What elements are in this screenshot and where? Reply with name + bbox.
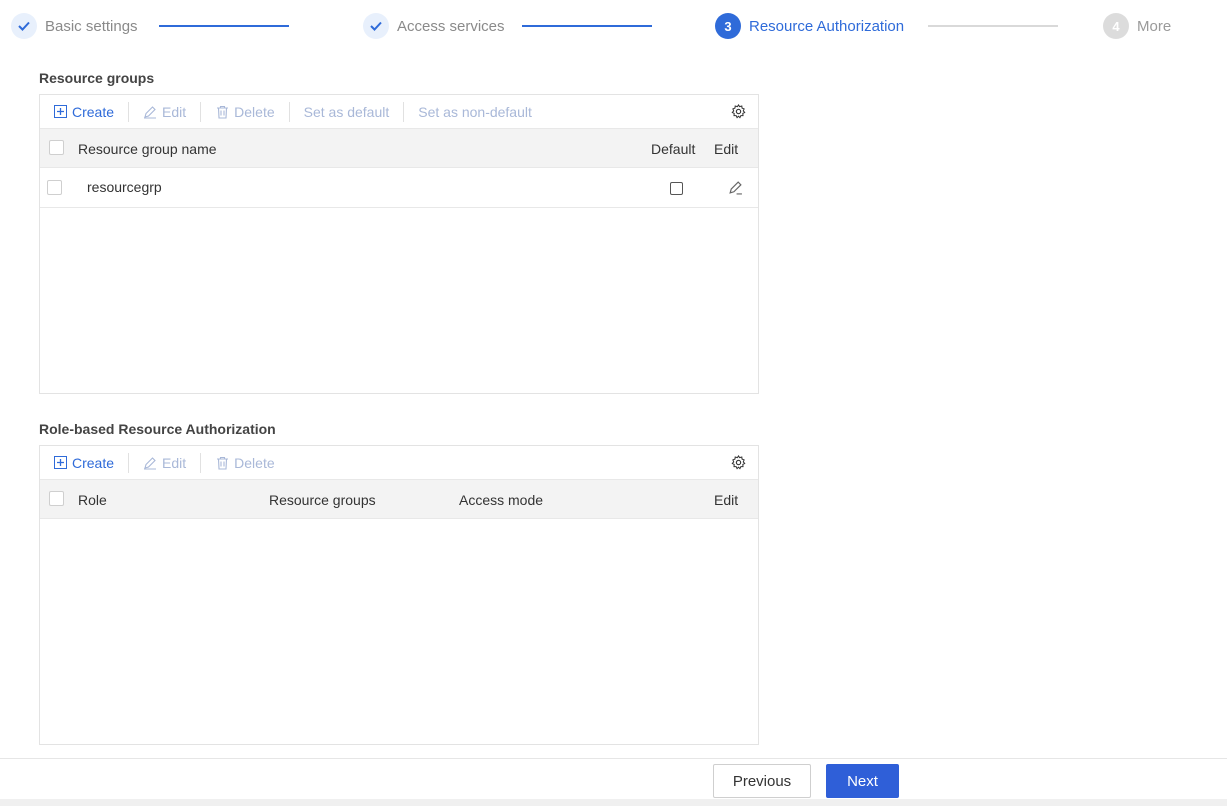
delete-button[interactable]: Delete: [215, 103, 275, 120]
role-auth-toolbar: Create Edit Delete: [40, 446, 758, 479]
gear-icon[interactable]: [731, 104, 746, 119]
create-button[interactable]: Create: [53, 104, 114, 120]
column-header-name: Resource group name: [78, 141, 217, 157]
column-header-edit: Edit: [714, 492, 739, 508]
trash-icon: [215, 105, 229, 119]
resource-group-name: resourcegrp: [87, 179, 162, 195]
create-button[interactable]: Create: [53, 455, 114, 471]
set-as-non-default-button[interactable]: Set as non-default: [418, 104, 532, 120]
divider: [128, 452, 130, 473]
step-label: Resource Authorization: [749, 17, 905, 35]
check-icon: [363, 13, 389, 39]
divider: [200, 452, 202, 473]
delete-label: Delete: [234, 454, 275, 471]
edit-label: Edit: [162, 454, 187, 471]
role-auth-panel: Create Edit Delete Role Resource groups …: [39, 445, 759, 745]
select-all-checkbox[interactable]: [49, 491, 64, 506]
edit-label: Edit: [162, 103, 187, 120]
edit-button[interactable]: Edit: [143, 104, 186, 120]
resource-groups-toolbar: Create Edit Delete Set as default Set as…: [40, 95, 758, 128]
role-auth-table-header: Role Resource groups Access mode Edit: [40, 479, 758, 519]
column-header-default: Default: [651, 141, 696, 157]
pencil-icon[interactable]: [728, 180, 743, 198]
trash-icon: [215, 456, 229, 470]
column-header-edit: Edit: [714, 141, 739, 157]
next-button[interactable]: Next: [826, 764, 899, 798]
column-header-role: Role: [78, 492, 107, 508]
step-basic-settings[interactable]: Basic settings: [11, 12, 138, 40]
delete-label: Delete: [234, 103, 275, 120]
plus-square-icon: [53, 105, 67, 119]
step-label: Basic settings: [45, 17, 138, 35]
step-connector: [159, 25, 289, 27]
step-label: Access services: [397, 17, 505, 35]
divider: [128, 101, 130, 122]
step-label: More: [1137, 17, 1172, 35]
step-access-services[interactable]: Access services: [363, 12, 505, 40]
footer-strip: [0, 799, 1227, 806]
step-number: 3: [715, 13, 741, 39]
previous-button[interactable]: Previous: [713, 764, 811, 798]
pencil-icon: [143, 456, 157, 470]
column-header-resource-groups: Resource groups: [269, 492, 376, 508]
default-checkbox[interactable]: [670, 182, 683, 195]
divider: [403, 101, 405, 122]
pencil-icon: [143, 105, 157, 119]
footer-bar: Previous Next: [0, 758, 1227, 806]
create-label: Create: [72, 454, 115, 471]
row-checkbox[interactable]: [47, 180, 62, 195]
resource-groups-table-header: Resource group name Default Edit: [40, 128, 758, 168]
step-number: 4: [1103, 13, 1129, 39]
resource-groups-panel: Create Edit Delete Set as default Set as…: [39, 94, 759, 394]
set-as-default-button[interactable]: Set as default: [304, 104, 390, 120]
step-connector: [522, 25, 652, 27]
divider: [288, 101, 290, 122]
delete-button[interactable]: Delete: [215, 454, 275, 471]
gear-icon[interactable]: [731, 455, 746, 470]
resource-groups-title: Resource groups: [39, 70, 155, 86]
step-more[interactable]: 4 More: [1103, 12, 1171, 40]
table-row: resourcegrp: [40, 168, 758, 208]
select-all-checkbox[interactable]: [49, 140, 64, 155]
create-label: Create: [72, 103, 115, 120]
edit-button[interactable]: Edit: [143, 455, 186, 471]
step-resource-authorization[interactable]: 3 Resource Authorization: [715, 12, 904, 40]
step-connector: [928, 25, 1058, 27]
check-icon: [11, 13, 37, 39]
column-header-access-mode: Access mode: [459, 492, 544, 508]
plus-square-icon: [53, 456, 67, 470]
divider: [200, 101, 202, 122]
role-auth-title: Role-based Resource Authorization: [39, 421, 276, 437]
